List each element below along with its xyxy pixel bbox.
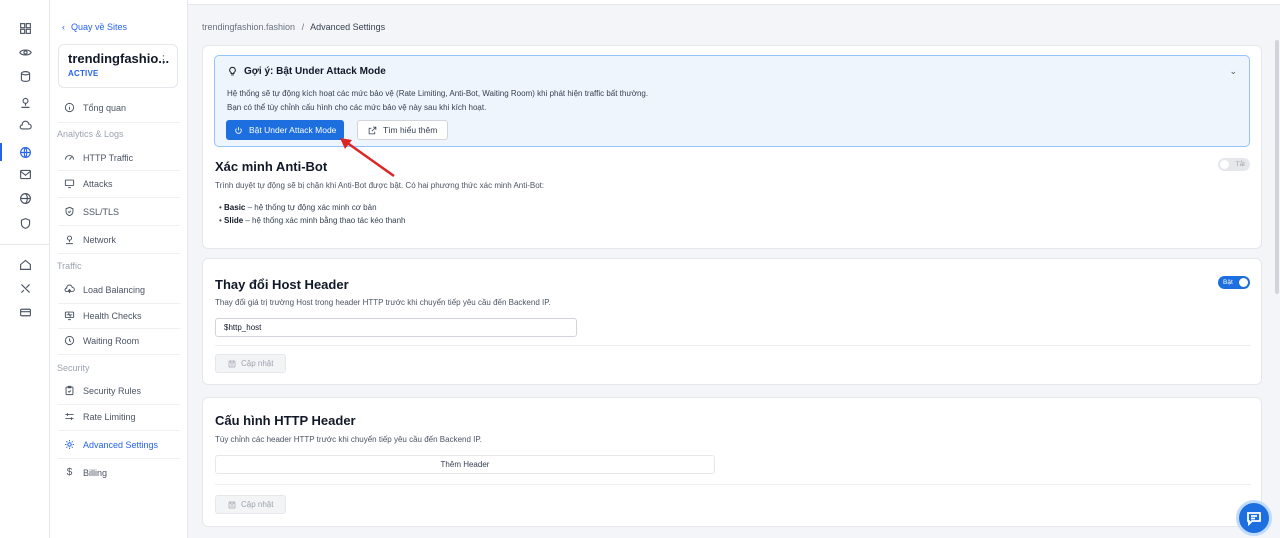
nav-divider	[58, 303, 180, 304]
sidebar-item-attacks[interactable]: Attacks	[64, 178, 113, 189]
nav-divider	[58, 122, 180, 123]
network-icon	[66, 235, 73, 245]
sidebar-item-overview[interactable]: Tổng quan	[64, 102, 126, 113]
back-to-sites-link[interactable]: ‹ Quay về Sites	[62, 22, 127, 32]
globe-shield-icon[interactable]	[16, 143, 34, 161]
list-item: • Slide – hệ thống xác minh bằng thao tá…	[219, 216, 406, 225]
cloud-upload-icon	[64, 284, 75, 293]
http-header-title: Cấu hình HTTP Header	[215, 413, 356, 428]
cloud-icon[interactable]	[16, 117, 34, 135]
enable-under-attack-button[interactable]: Bật Under Attack Mode	[226, 120, 345, 140]
antibot-title: Xác minh Anti-Bot	[215, 159, 328, 174]
chat-support-button[interactable]	[1236, 500, 1272, 536]
http-header-update-button[interactable]: Cập nhật	[215, 495, 287, 514]
mail-icon[interactable]	[16, 165, 34, 183]
rate-limit-icon	[65, 413, 74, 420]
divider	[215, 484, 1251, 485]
clipboard-icon	[65, 385, 74, 396]
home-icon[interactable]	[16, 255, 34, 273]
host-header-title: Thay đổi Host Header	[215, 277, 349, 292]
list-item: • Basic – hệ thống tự động xác minh cơ b…	[219, 203, 377, 212]
toggle-knob	[1220, 160, 1229, 169]
scrollbar[interactable]	[1275, 40, 1279, 294]
http-header-description: Tùy chỉnh các header HTTP trước khi chuy…	[215, 435, 482, 444]
dashboard-icon[interactable]	[16, 19, 34, 37]
annotation-arrow	[340, 138, 395, 178]
site-sidebar: ‹ Quay về Sites trendingfashio... ACTIVE…	[50, 0, 188, 538]
host-header-input[interactable]: $http_host	[215, 318, 577, 337]
breadcrumb: trendingfashion.fashion / Advanced Setti…	[202, 22, 386, 32]
nav-divider	[58, 225, 180, 226]
divider	[215, 345, 1251, 346]
sidebar-item-waiting-room[interactable]: Waiting Room	[64, 335, 139, 346]
hint-text-line1: Hệ thống sẽ tự động kích hoạt các mức bả…	[227, 89, 649, 98]
gear-icon	[65, 440, 74, 449]
toggle-knob	[1239, 278, 1248, 287]
sidebar-item-http-traffic[interactable]: HTTP Traffic	[64, 152, 133, 163]
section-label-traffic: Traffic	[57, 261, 82, 271]
power-icon	[235, 126, 242, 134]
sidebar-item-advanced-settings[interactable]: Advanced Settings	[64, 439, 158, 450]
top-bar	[188, 0, 1280, 5]
chevron-left-icon: ‹	[62, 22, 65, 32]
nav-divider	[58, 430, 180, 431]
monitor-pulse-icon	[64, 311, 75, 321]
host-header-card: Thay đổi Host Header Thay đổi giá trị tr…	[202, 258, 1262, 385]
billing-card-icon[interactable]	[16, 303, 34, 321]
nav-divider	[58, 404, 180, 405]
nav-divider	[58, 197, 180, 198]
monitor-icon	[64, 179, 75, 189]
nav-divider	[58, 170, 180, 171]
hint-text-line2: Bạn có thể tùy chỉnh cấu hình cho các mứ…	[227, 103, 487, 112]
nav-divider	[58, 354, 180, 355]
chevron-down-icon[interactable]: ⌄	[1229, 66, 1237, 77]
site-card[interactable]: trendingfashio... ACTIVE ⋮	[58, 44, 178, 88]
add-header-button[interactable]: Thêm Header	[215, 455, 715, 474]
chat-icon	[1247, 512, 1261, 526]
database-icon[interactable]	[16, 67, 34, 85]
sidebar-item-rate-limiting[interactable]: Rate Limiting	[64, 411, 136, 422]
nav-divider	[58, 253, 180, 254]
tools-icon[interactable]	[16, 279, 34, 297]
active-indicator	[0, 143, 2, 161]
globe-icon[interactable]	[16, 189, 34, 207]
host-header-update-button[interactable]: Cập nhật	[215, 354, 287, 373]
hint-title: Gợi ý: Bật Under Attack Mode	[244, 66, 386, 77]
clock-icon	[64, 335, 75, 346]
sidebar-item-network[interactable]: Network	[64, 234, 116, 245]
sidebar-item-billing[interactable]: $ Billing	[64, 467, 107, 478]
breadcrumb-site[interactable]: trendingfashion.fashion	[202, 22, 295, 32]
lightbulb-icon	[229, 66, 236, 76]
info-icon	[64, 102, 75, 113]
breadcrumb-current: Advanced Settings	[310, 22, 386, 32]
sidebar-item-security-rules[interactable]: Security Rules	[64, 385, 141, 396]
kebab-menu-icon[interactable]: ⋮	[158, 53, 169, 66]
shield-check-icon	[65, 206, 74, 217]
site-name: trendingfashio...	[68, 51, 170, 66]
sidebar-item-ssl-tls[interactable]: SSL/TLS	[64, 206, 119, 217]
save-icon	[228, 360, 236, 367]
nav-divider	[58, 328, 180, 329]
host-header-description: Thay đổi giá trị trường Host trong heade…	[215, 298, 551, 307]
section-label-analytics: Analytics & Logs	[57, 129, 124, 139]
gauge-icon	[64, 154, 75, 160]
dollar-icon: $	[66, 467, 73, 478]
host-header-toggle[interactable]: Bật	[1218, 276, 1250, 289]
save-icon	[228, 501, 236, 508]
external-link-icon	[368, 126, 377, 134]
sidebar-item-load-balancing[interactable]: Load Balancing	[64, 284, 145, 295]
network-icon[interactable]	[16, 93, 34, 111]
site-status-badge: ACTIVE	[68, 69, 99, 78]
cloud-eye-icon[interactable]	[16, 43, 34, 61]
shield-icon[interactable]	[16, 214, 34, 232]
icon-rail	[0, 0, 50, 538]
http-header-card: Cấu hình HTTP Header Tùy chỉnh các heade…	[202, 397, 1262, 527]
antibot-toggle[interactable]: Tắt	[1218, 158, 1250, 171]
nav-divider	[58, 458, 180, 459]
under-attack-hint: Gợi ý: Bật Under Attack Mode ⌄ Hệ thống …	[214, 55, 1250, 147]
sidebar-item-health-checks[interactable]: Health Checks	[64, 310, 142, 321]
section-label-security: Security	[57, 363, 90, 373]
rail-divider	[0, 244, 50, 245]
